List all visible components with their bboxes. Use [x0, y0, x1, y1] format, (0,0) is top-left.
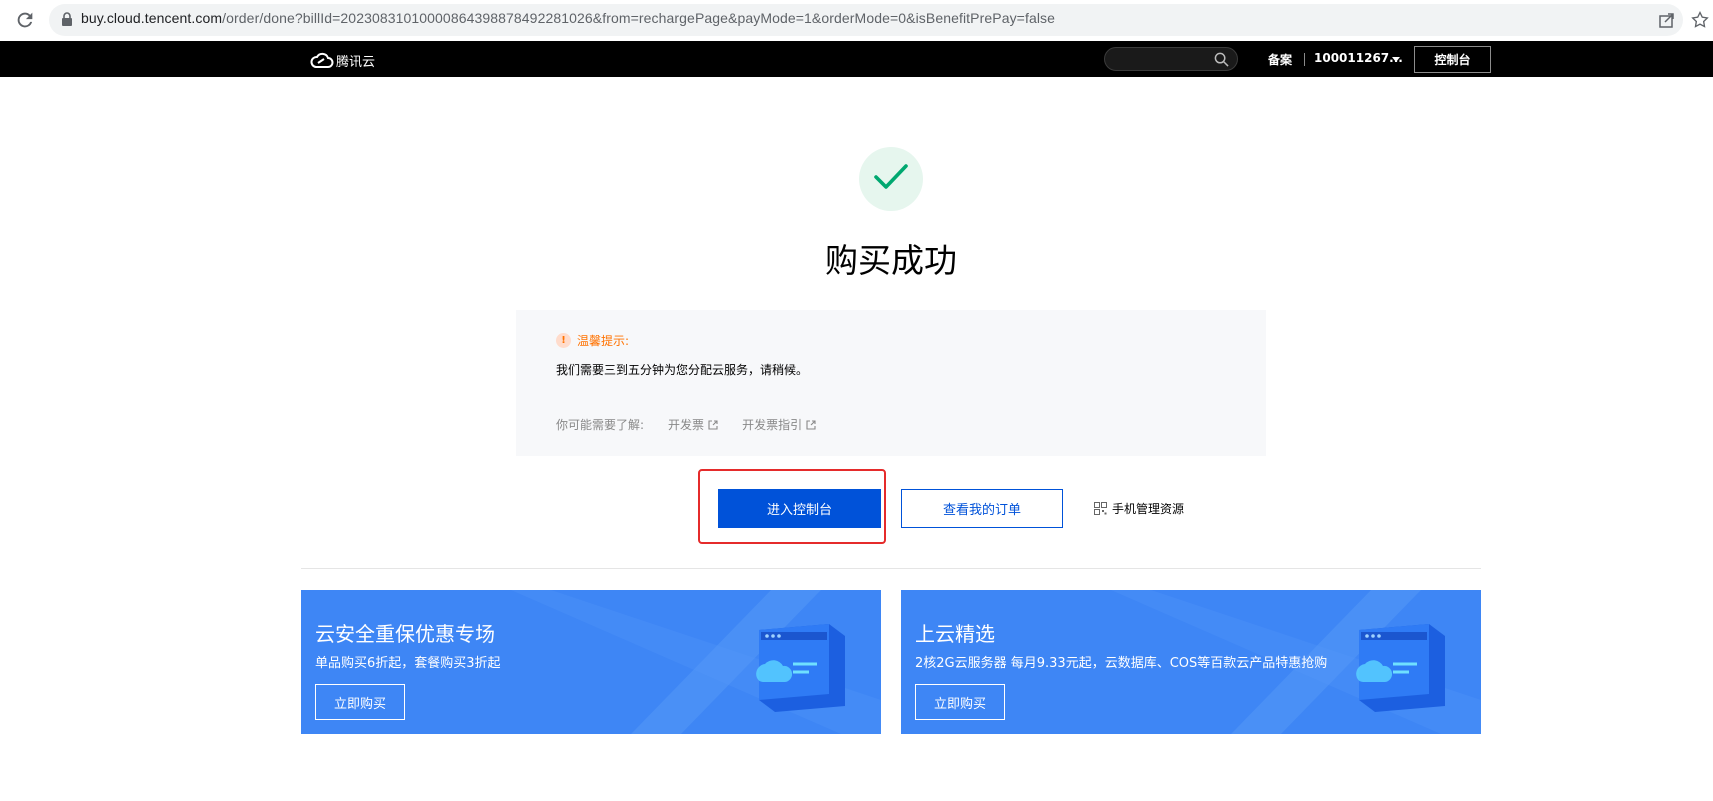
logo-text: 腾讯云: [336, 54, 376, 70]
section-divider: [301, 568, 1481, 569]
banner-subtitle: 单品购买6折起，套餐购买3折起: [315, 656, 501, 671]
reload-icon[interactable]: [14, 9, 36, 31]
promo-banner-security[interactable]: 云安全重保优惠专场 单品购买6折起，套餐购买3折起 立即购买: [301, 590, 881, 734]
buy-now-button[interactable]: 立即购买: [315, 684, 405, 720]
page-title: 购买成功: [825, 241, 957, 280]
account-menu[interactable]: 100011267...: [1314, 51, 1403, 65]
cloud-logo-icon: [310, 52, 334, 68]
browser-toolbar: buy.cloud.tencent.com/order/done?billId=…: [0, 0, 1713, 41]
invoice-guide-link[interactable]: 开发票指引: [742, 416, 816, 433]
share-icon[interactable]: [1658, 11, 1676, 29]
view-orders-button[interactable]: 查看我的订单: [901, 489, 1063, 528]
banner-title: 上云精选: [915, 622, 995, 646]
url-text[interactable]: buy.cloud.tencent.com/order/done?billId=…: [81, 10, 1055, 26]
qrcode-icon: [1094, 502, 1107, 515]
enter-console-button[interactable]: 进入控制台: [718, 489, 881, 528]
notice-links: 你可能需要了解: 开发票 开发票指引: [556, 416, 816, 433]
browser-window-icon: [756, 624, 845, 712]
links-label: 你可能需要了解:: [556, 418, 645, 432]
banner-subtitle: 2核2G云服务器 每月9.33元起，云数据库、COS等百款云产品特惠抢购: [915, 656, 1328, 671]
lock-icon[interactable]: [61, 12, 73, 26]
browser-window-icon: [1356, 624, 1445, 712]
search-icon[interactable]: [1214, 52, 1229, 67]
notice-heading: ! 温馨提示:: [556, 332, 629, 349]
site-header: 腾讯云 备案 100011267... 控制台: [0, 41, 1713, 77]
url-path: /order/done?billId=202308310100008643988…: [222, 10, 1056, 26]
promo-banner-cloud-picks[interactable]: 上云精选 2核2G云服务器 每月9.33元起，云数据库、COS等百款云产品特惠抢…: [901, 590, 1481, 734]
notice-body: 我们需要三到五分钟为您分配云服务，请稍候。: [556, 363, 809, 377]
notice-heading-text: 温馨提示:: [577, 334, 630, 348]
header-divider: [1304, 53, 1305, 66]
mobile-manage-text: 手机管理资源: [1112, 502, 1185, 516]
url-host: buy.cloud.tencent.com: [81, 10, 223, 26]
console-button[interactable]: 控制台: [1414, 46, 1491, 73]
caret-down-icon[interactable]: [1392, 57, 1400, 62]
banner-title: 云安全重保优惠专场: [315, 622, 495, 646]
warning-icon: !: [556, 333, 571, 348]
notice-panel: ! 温馨提示: 我们需要三到五分钟为您分配云服务，请稍候。 你可能需要了解: 开…: [516, 310, 1266, 456]
star-icon[interactable]: [1690, 10, 1710, 30]
tencent-cloud-logo[interactable]: 腾讯云: [310, 50, 375, 70]
header-search[interactable]: [1104, 47, 1238, 71]
invoice-guide-link-text: 开发票指引: [742, 418, 803, 432]
invoice-link-text: 开发票: [668, 418, 705, 432]
external-link-icon: [708, 419, 718, 430]
mobile-manage-link[interactable]: 手机管理资源: [1094, 500, 1184, 517]
success-badge: [859, 147, 923, 211]
check-icon: [874, 164, 908, 189]
buy-now-button[interactable]: 立即购买: [915, 684, 1005, 720]
beian-link[interactable]: 备案: [1268, 51, 1292, 68]
external-link-icon: [806, 419, 816, 430]
invoice-link[interactable]: 开发票: [668, 416, 718, 433]
